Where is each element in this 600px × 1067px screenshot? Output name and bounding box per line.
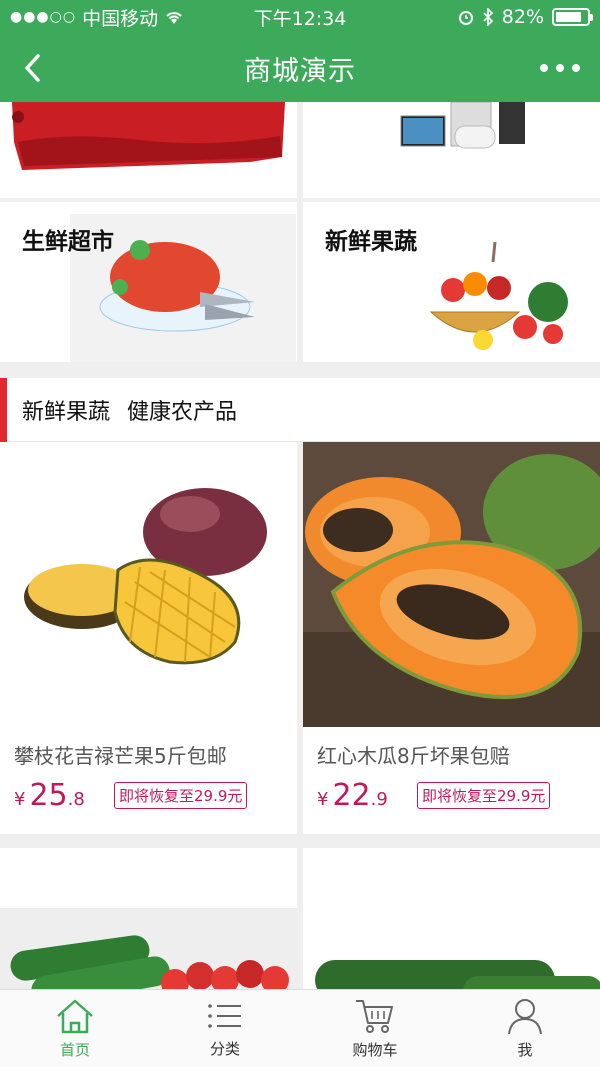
signal-icon: ●●●○○ — [10, 9, 77, 25]
wifi-icon — [166, 12, 182, 24]
product-name: 攀枝花吉禄芒果5斤包邮 — [14, 744, 227, 768]
alarm-icon — [458, 11, 473, 25]
banner-bedding[interactable] — [0, 102, 297, 198]
cucumber-image — [303, 848, 600, 989]
price-integer: 22 — [332, 778, 371, 813]
person-icon — [508, 999, 542, 1035]
tab-cart[interactable]: 购物车 — [300, 990, 450, 1067]
product-price: ¥ 25 .8 — [14, 778, 85, 813]
price-integer: 25 — [29, 778, 68, 813]
product-name: 红心木瓜8斤坏果包赔 — [317, 744, 510, 768]
tile-fresh-market[interactable]: 生鲜超市 — [0, 202, 297, 362]
list-icon — [208, 1004, 241, 1028]
cart-icon — [356, 1000, 393, 1033]
product-card-mango[interactable]: 攀枝花吉禄芒果5斤包邮 ¥ 25 .8 即将恢复至29.9元 — [0, 442, 297, 834]
currency-symbol: ¥ — [317, 789, 329, 810]
page-title: 商城演示 — [244, 55, 356, 87]
content-scroll[interactable]: 生鲜超市 新鲜果蔬 新鲜果蔬 健康农产品 攀枝花吉禄芒果5斤包邮 ¥ 25 .8… — [0, 102, 600, 989]
bedding-image — [12, 102, 285, 170]
tile-label: 新鲜果蔬 — [325, 229, 417, 255]
tile-fresh-produce[interactable]: 新鲜果蔬 — [303, 202, 600, 362]
status-bar: ●●●○○ 中国移动 下午12:34 82% — [0, 0, 600, 34]
product-card-papaya[interactable]: 红心木瓜8斤坏果包赔 ¥ 22 .9 即将恢复至29.9元 — [303, 442, 600, 834]
more-dot-icon — [556, 64, 564, 72]
tab-label: 分类 — [209, 1040, 240, 1058]
back-button[interactable] — [14, 48, 50, 88]
section-title: 新鲜果蔬 健康农产品 — [22, 399, 237, 425]
price-decimal: .9 — [370, 789, 388, 810]
price-restore-badge: 即将恢复至29.9元 — [114, 782, 248, 809]
nav-bar: 商城演示 — [0, 34, 600, 102]
price-decimal: .8 — [67, 789, 85, 810]
product-card-cucumber[interactable] — [303, 848, 600, 989]
tab-home[interactable]: 首页 — [0, 990, 150, 1067]
tab-me[interactable]: 我 — [450, 990, 600, 1067]
more-dot-icon — [540, 64, 548, 72]
product-grid: 攀枝花吉禄芒果5斤包邮 ¥ 25 .8 即将恢复至29.9元 红心木瓜8斤坏果包… — [0, 442, 600, 989]
banner-appliances[interactable] — [303, 102, 600, 198]
currency-symbol: ¥ — [14, 789, 26, 810]
bluetooth-icon — [483, 8, 493, 26]
price-restore-badge: 即将恢复至29.9元 — [417, 782, 551, 809]
carrier-label: 中国移动 — [82, 7, 159, 30]
appliances-image — [400, 102, 525, 149]
section-accent-bar — [0, 378, 7, 442]
battery-icon — [552, 8, 593, 26]
tab-category[interactable]: 分类 — [150, 990, 300, 1067]
papaya-image — [303, 442, 600, 727]
product-card-cucumber-tomato[interactable] — [0, 848, 297, 989]
more-button[interactable] — [540, 54, 580, 82]
tab-label: 首页 — [59, 1041, 90, 1059]
section-header: 新鲜果蔬 健康农产品 — [0, 378, 600, 442]
mango-image — [0, 442, 297, 727]
tile-label: 生鲜超市 — [22, 229, 114, 255]
tab-label: 我 — [517, 1041, 533, 1059]
tab-label: 购物车 — [352, 1041, 398, 1059]
chevron-left-icon — [25, 54, 40, 82]
tab-bar: 首页 分类 购物车 我 — [0, 989, 600, 1067]
cucumber-tomato-image — [0, 848, 297, 989]
product-price: ¥ 22 .9 — [317, 778, 388, 813]
battery-percent: 82% — [501, 6, 544, 28]
home-icon — [57, 999, 93, 1034]
more-dot-icon — [572, 64, 580, 72]
